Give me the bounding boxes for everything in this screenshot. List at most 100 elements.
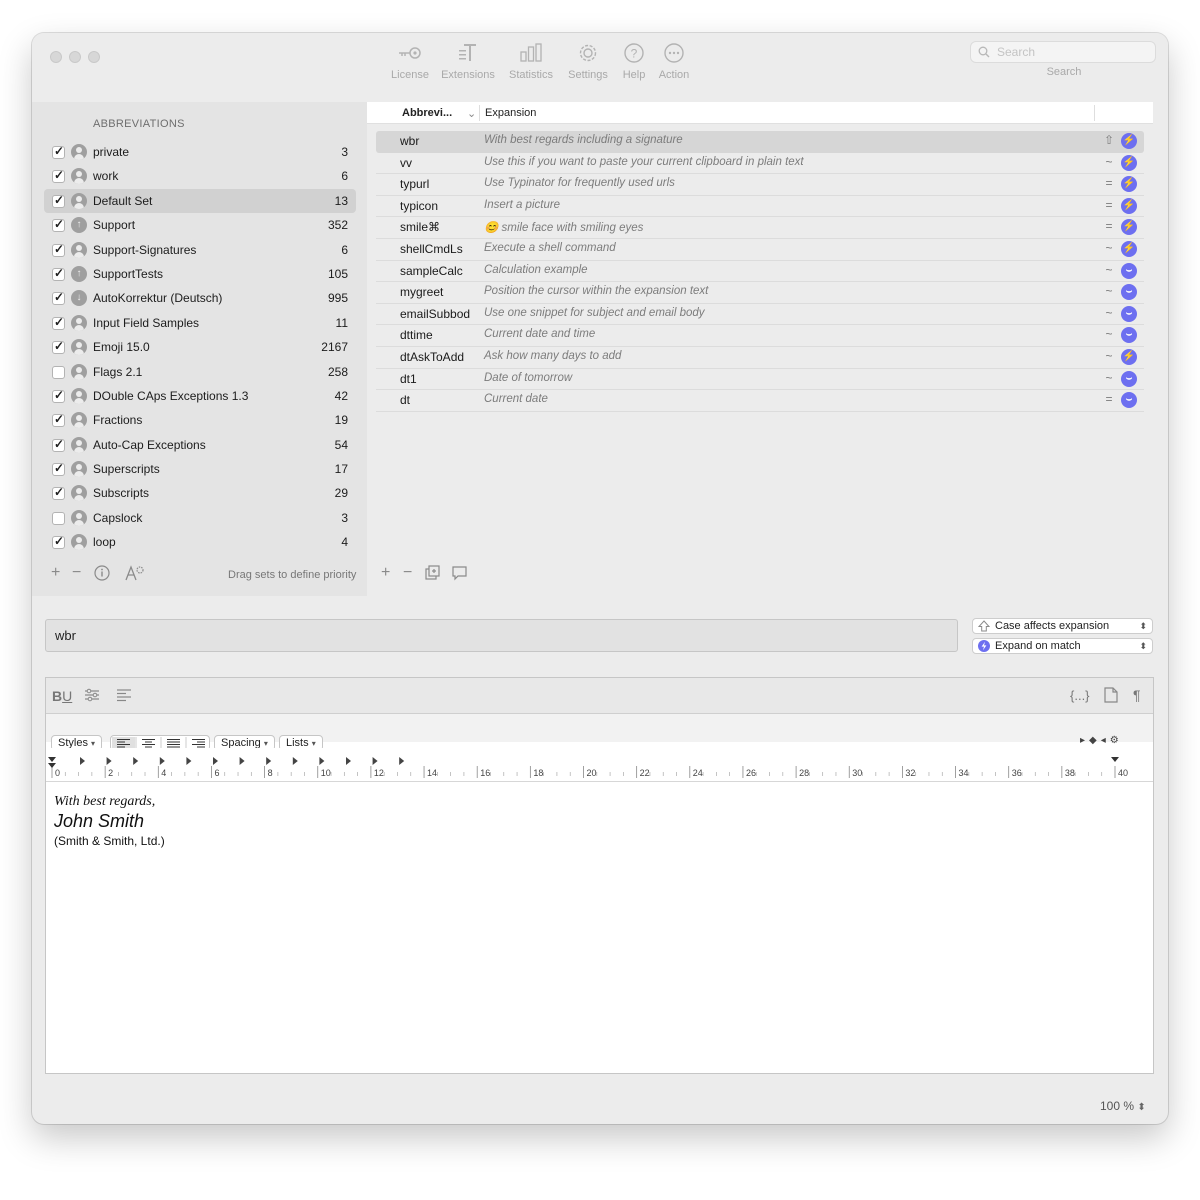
abbreviation-row[interactable]: typicon Insert a picture = ⚡ — [376, 196, 1144, 218]
space-badge-icon[interactable]: ⌣ — [1121, 370, 1137, 387]
set-enabled-checkbox[interactable]: ✓ — [52, 437, 65, 452]
case-option-popup[interactable]: Case affects expansion ⬍ — [972, 618, 1153, 634]
set-enabled-checkbox[interactable]: ✓ — [52, 242, 65, 257]
search-input[interactable]: Search — [970, 41, 1156, 63]
set-row[interactable]: ✓ Default Set 13 — [44, 188, 356, 214]
set-enabled-checkbox[interactable]: ✓ — [52, 168, 65, 184]
abbreviation-row[interactable]: smile⌘ 😊 smile face with smiling eyes = ⚡ — [376, 217, 1144, 239]
info-button[interactable] — [94, 565, 110, 586]
set-enabled-checkbox[interactable]: ✓ — [52, 144, 65, 159]
set-row[interactable]: ✓ DOuble CAps Exceptions 1.3 42 — [44, 384, 356, 408]
set-row[interactable]: ✓ Fractions 19 — [44, 408, 356, 432]
abbreviation-row[interactable]: dt Current date = ⌣ — [376, 390, 1144, 412]
left-margin-marker[interactable] — [48, 757, 56, 768]
zoom-window-button[interactable] — [88, 51, 100, 63]
tab-stop-marker[interactable] — [159, 757, 165, 765]
toolbar-statistics-button[interactable]: Statistics — [499, 41, 563, 81]
tab-stop-marker[interactable] — [186, 757, 192, 765]
duplicate-button[interactable] — [425, 565, 441, 586]
lightning-badge-icon[interactable]: ⚡ — [1121, 176, 1137, 193]
set-enabled-checkbox[interactable]: ✓ — [52, 461, 65, 477]
set-enabled-checkbox[interactable] — [52, 511, 65, 525]
set-enabled-checkbox[interactable]: ✓ — [52, 217, 65, 233]
ruler[interactable]: 0 2 4 6 8 10 12 14 16 18 20 22 24 26 28 30 32 34 36 38 40 — [46, 748, 1153, 782]
set-enabled-checkbox[interactable]: ✓ — [52, 315, 65, 330]
lightning-badge-icon[interactable]: ⚡ — [1121, 240, 1137, 257]
abbreviation-row[interactable]: mygreet Position the cursor within the ex… — [376, 282, 1144, 304]
abbreviation-row[interactable]: dttime Current date and time ~ ⌣ — [376, 325, 1144, 347]
set-row[interactable]: ✓ private 3 — [44, 140, 356, 164]
abbreviation-row[interactable]: dt1 Date of tomorrow ~ ⌣ — [376, 369, 1144, 391]
tab-stop-marker[interactable] — [319, 757, 325, 765]
remove-abbreviation-button[interactable]: − — [403, 564, 412, 582]
expansion-content[interactable]: With best regards, John Smith (Smith & S… — [54, 794, 165, 848]
set-row[interactable]: ✓ Input Field Samples 11 — [44, 311, 356, 335]
set-enabled-checkbox[interactable] — [52, 365, 65, 379]
set-enabled-checkbox[interactable]: ✓ — [52, 534, 65, 550]
tab-stop-marker[interactable] — [80, 757, 85, 765]
lightning-badge-icon[interactable]: ⚡ — [1121, 154, 1137, 171]
stepper-arrows-icon[interactable]: ⬍ — [1137, 1102, 1145, 1113]
space-badge-icon[interactable]: ⌣ — [1121, 262, 1137, 279]
abbreviation-row[interactable]: dtAskToAdd Ask how many days to add ~ ⚡ — [376, 347, 1144, 369]
set-row[interactable]: ✓ Support-Signatures 6 — [44, 238, 356, 262]
set-enabled-checkbox[interactable]: ✓ — [52, 339, 65, 355]
abbreviation-row[interactable]: wbr With best regards including a signatu… — [376, 131, 1144, 153]
right-margin-marker[interactable] — [1111, 757, 1119, 762]
set-options-button[interactable] — [125, 565, 145, 586]
tab-stop-marker[interactable] — [213, 757, 218, 765]
space-badge-icon[interactable]: ⌣ — [1121, 305, 1137, 322]
comment-button[interactable] — [451, 565, 468, 586]
lightning-badge-icon[interactable]: ⚡ — [1121, 348, 1137, 365]
add-abbreviation-button[interactable]: + — [381, 564, 390, 582]
set-enabled-checkbox[interactable]: ✓ — [52, 485, 65, 501]
align-text-button[interactable] — [116, 687, 132, 706]
tab-stop-marker[interactable] — [372, 757, 378, 765]
set-enabled-checkbox[interactable]: ✓ — [52, 193, 65, 208]
tab-stop-controls[interactable]: ▸◆◂⚙ — [1080, 735, 1123, 746]
lightning-badge-icon[interactable]: ⚡ — [1121, 219, 1137, 236]
tab-stop-marker[interactable] — [346, 757, 351, 765]
set-enabled-checkbox[interactable]: ✓ — [52, 388, 65, 403]
abbreviation-row[interactable]: sampleCalc Calculation example ~ ⌣ — [376, 261, 1144, 283]
close-window-button[interactable] — [50, 51, 62, 63]
set-enabled-checkbox[interactable]: ✓ — [52, 290, 65, 306]
tab-stop-marker[interactable] — [106, 757, 112, 765]
toolbar-extensions-button[interactable]: Extensions — [436, 41, 500, 81]
set-row[interactable]: Capslock 3 — [44, 506, 356, 530]
set-row[interactable]: ✓ ↑ Support 352 — [44, 213, 356, 237]
toolbar-action-button[interactable]: Action — [642, 41, 706, 81]
column-header-abbreviation[interactable]: Abbrevi... — [402, 107, 452, 119]
abbreviation-field[interactable]: wbr — [45, 619, 958, 652]
abbreviation-row[interactable]: shellCmdLs Execute a shell command ~ ⚡ — [376, 239, 1144, 261]
set-row[interactable]: ✓ ↑ SupportTests 105 — [44, 262, 356, 286]
lightning-badge-icon[interactable]: ⚡ — [1121, 133, 1137, 149]
tab-stop-marker[interactable] — [133, 757, 139, 765]
set-row[interactable]: ✓ Superscripts 17 — [44, 457, 356, 481]
set-row[interactable]: Flags 2.1 258 — [44, 360, 356, 384]
bold-underline-button[interactable]: BU — [52, 688, 72, 704]
insert-file-button[interactable] — [1104, 687, 1118, 706]
minimize-window-button[interactable] — [69, 51, 81, 63]
tab-stop-marker[interactable] — [399, 757, 405, 765]
set-row[interactable]: ✓ Auto-Cap Exceptions 54 — [44, 433, 356, 457]
space-badge-icon[interactable]: ⌣ — [1121, 284, 1137, 301]
abbreviation-row[interactable]: typurl Use Typinator for frequently used … — [376, 174, 1144, 196]
space-badge-icon[interactable]: ⌣ — [1121, 327, 1137, 344]
abbreviation-row[interactable]: vv Use this if you want to paste your cur… — [376, 153, 1144, 175]
set-row[interactable]: ✓ Subscripts 29 — [44, 481, 356, 505]
show-invisibles-button[interactable]: ¶ — [1133, 687, 1141, 703]
set-row[interactable]: ✓ work 6 — [44, 164, 356, 188]
remove-set-button[interactable]: − — [72, 564, 81, 582]
format-options-button[interactable] — [84, 687, 100, 706]
tab-stop-marker[interactable] — [292, 757, 298, 765]
expand-option-popup[interactable]: Expand on match ⬍ — [972, 638, 1153, 654]
set-row[interactable]: ✓ Emoji 15.0 2167 — [44, 335, 356, 359]
add-set-button[interactable]: + — [51, 564, 60, 582]
insert-variable-button[interactable]: {...} — [1070, 688, 1090, 703]
set-row[interactable]: ✓ loop 4 — [44, 530, 356, 554]
sort-chevron-icon[interactable]: ⌄ — [467, 107, 476, 120]
lightning-badge-icon[interactable]: ⚡ — [1121, 197, 1137, 214]
set-enabled-checkbox[interactable]: ✓ — [52, 412, 65, 428]
tab-stop-marker[interactable] — [239, 757, 245, 765]
